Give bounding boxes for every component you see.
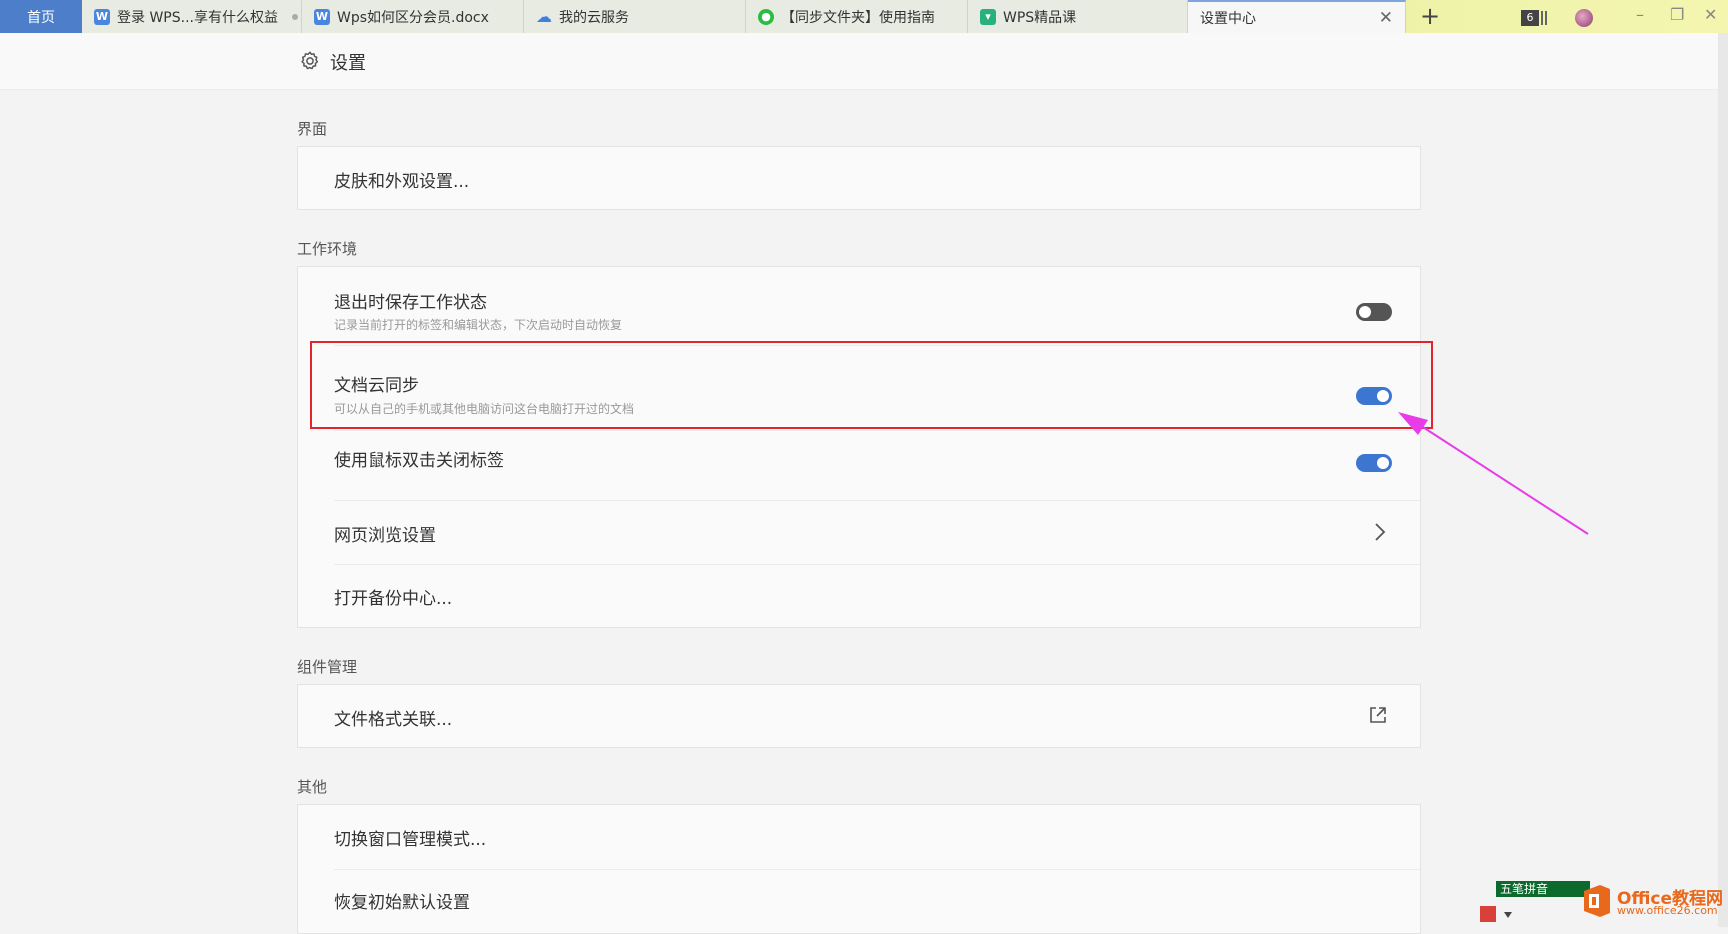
close-window-icon[interactable]: ✕: [1704, 6, 1717, 24]
row-save-state: 退出时保存工作状态 记录当前打开的标签和编辑状态，下次启动时自动恢复: [298, 267, 1420, 345]
avatar[interactable]: [1575, 9, 1593, 27]
settings-header: 设置: [0, 33, 1718, 90]
tab-sync-guide[interactable]: ● 【同步文件夹】使用指南: [746, 0, 968, 33]
cloud-sync-toggle[interactable]: [1356, 387, 1392, 405]
row-restore-defaults[interactable]: 恢复初始默认设置: [298, 870, 1420, 930]
scrollbar[interactable]: [1718, 33, 1728, 927]
row-skin-settings[interactable]: 皮肤和外观设置...: [298, 147, 1420, 209]
row-label: 切换窗口管理模式...: [334, 830, 487, 850]
section-title-interface: 界面: [297, 120, 328, 138]
minimize-icon[interactable]: –: [1636, 6, 1644, 24]
row-description: 记录当前打开的标签和编辑状态，下次启动时自动恢复: [334, 318, 623, 332]
wechat-icon: ●: [758, 8, 774, 25]
row-label: 退出时保存工作状态: [334, 293, 487, 313]
wps-writer-icon: W: [314, 8, 330, 25]
gear-icon: [301, 51, 319, 70]
tab-bar: 首页 W 登录 WPS...享有什么权益 W Wps如何区分会员.docx ☁ …: [0, 0, 1728, 34]
tab-wps-rights[interactable]: W 登录 WPS...享有什么权益: [82, 0, 302, 33]
tab-wps-course[interactable]: ▾ WPS精品课: [968, 0, 1188, 33]
dblclick-close-toggle[interactable]: [1356, 454, 1392, 472]
tab-label: 设置中心: [1200, 10, 1256, 27]
cloud-icon: ☁: [536, 7, 552, 26]
page-title: 设置: [330, 53, 366, 74]
row-web-browse[interactable]: 网页浏览设置: [298, 501, 1420, 564]
row-window-mode[interactable]: 切换窗口管理模式...: [298, 805, 1420, 868]
office-logo-icon: [1584, 885, 1610, 917]
watermark-url: www.office26.com: [1617, 904, 1718, 917]
ime-toolbar: 五笔拼音: [1496, 881, 1590, 897]
row-backup-center[interactable]: 打开备份中心...: [298, 565, 1420, 627]
row-dblclick-close: 使用鼠标双击关闭标签: [298, 431, 1420, 495]
card-interface: 皮肤和外观设置...: [297, 146, 1421, 210]
tab-home[interactable]: 首页: [0, 0, 82, 33]
row-description: 可以从自己的手机或其他电脑访问这台电脑打开过的文档: [334, 402, 635, 416]
close-icon[interactable]: ✕: [1379, 10, 1393, 27]
tab-cloud-service[interactable]: ☁ 我的云服务: [524, 0, 746, 33]
row-label: 文件格式关联...: [334, 710, 453, 730]
card-components: 文件格式关联...: [297, 684, 1421, 748]
row-label: 恢复初始默认设置: [334, 893, 470, 913]
course-icon: ▾: [980, 8, 996, 25]
row-label: 文档云同步: [334, 376, 419, 396]
section-title-workenv: 工作环境: [297, 240, 358, 258]
card-workenv: 退出时保存工作状态 记录当前打开的标签和编辑状态，下次启动时自动恢复 文档云同步…: [297, 266, 1421, 628]
unsaved-dot-icon: [291, 13, 298, 20]
row-cloud-sync: 文档云同步 可以从自己的手机或其他电脑访问这台电脑打开过的文档: [298, 346, 1420, 430]
tab-label: WPS精品课: [1003, 9, 1077, 26]
tab-label: 我的云服务: [559, 9, 629, 26]
tab-label: 登录 WPS...享有什么权益: [117, 9, 278, 26]
card-other: 切换窗口管理模式... 恢复初始默认设置: [297, 804, 1421, 934]
wps-writer-icon: W: [94, 8, 110, 25]
section-title-components: 组件管理: [297, 658, 358, 676]
tab-member-docx[interactable]: W Wps如何区分会员.docx: [302, 0, 524, 33]
restore-window-icon[interactable]: ❐: [1670, 6, 1684, 24]
new-tab-button[interactable]: +: [1420, 4, 1440, 28]
tab-label: Wps如何区分会员.docx: [337, 9, 489, 26]
row-file-association[interactable]: 文件格式关联...: [298, 685, 1420, 747]
row-label: 皮肤和外观设置...: [334, 172, 470, 192]
ime-status-icon: [1480, 906, 1512, 922]
row-label: 打开备份中心...: [334, 589, 453, 609]
tab-list-icon[interactable]: [1541, 11, 1547, 25]
tab-count-badge[interactable]: 6: [1521, 10, 1539, 26]
save-state-toggle[interactable]: [1356, 303, 1392, 321]
row-label: 使用鼠标双击关闭标签: [334, 451, 504, 471]
chevron-right-icon: [1375, 523, 1386, 541]
row-label: 网页浏览设置: [334, 526, 436, 546]
external-link-icon: [1370, 707, 1386, 723]
tab-label: 【同步文件夹】使用指南: [781, 9, 935, 26]
tab-settings[interactable]: 设置中心 ✕: [1188, 0, 1406, 33]
section-title-other: 其他: [297, 778, 328, 796]
